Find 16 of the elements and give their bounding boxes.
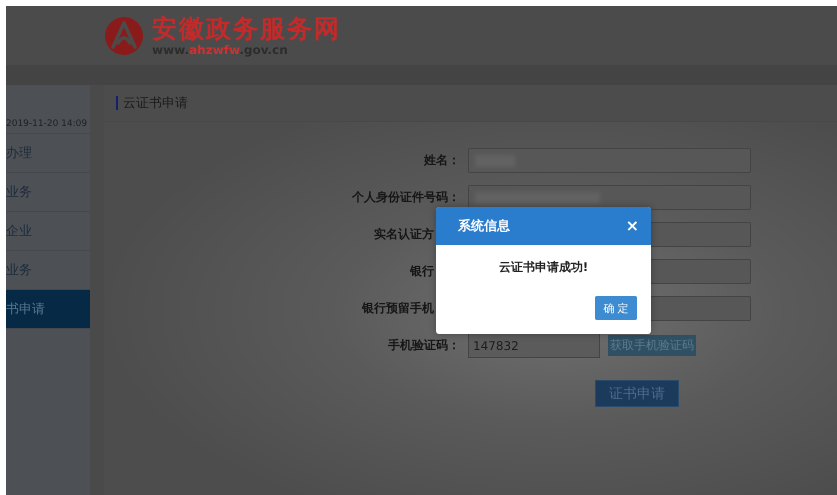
close-button[interactable]: × <box>626 218 639 234</box>
input-field[interactable] <box>468 185 751 210</box>
field-label: 实名认证方 <box>373 226 435 243</box>
site-name: 安徽政务服务网 <box>152 14 341 42</box>
dialog-message: 云证书申请成功! <box>498 259 590 276</box>
field-label: 银行预留手机 <box>360 300 435 317</box>
logo-icon <box>104 16 144 56</box>
field-label: 银行 <box>408 263 435 280</box>
input-field[interactable] <box>468 148 751 173</box>
ok-button[interactable]: 确 定 <box>595 296 637 320</box>
dialog-title: 系统信息 <box>458 218 510 235</box>
sidebar-item[interactable]: 书申请 <box>6 290 90 329</box>
field-label: 手机验证码： <box>387 337 460 354</box>
verification-code-field[interactable]: 147832 <box>468 333 600 358</box>
field-label: 姓名： <box>422 152 460 169</box>
field-label: 个人身份证件号码： <box>350 189 460 206</box>
